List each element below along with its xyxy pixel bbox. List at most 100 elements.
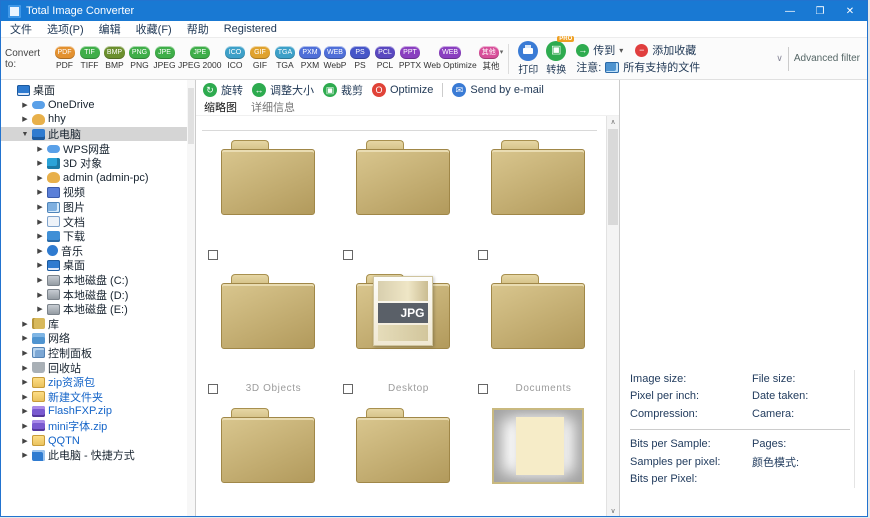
format-button[interactable]: GIFGIF <box>248 46 271 70</box>
tree-item[interactable]: ▼此电脑 <box>1 127 195 142</box>
tree-item[interactable]: ▶mini字体.zip <box>1 419 195 434</box>
tree-item[interactable]: ▶下载 <box>1 229 195 244</box>
menu-item[interactable]: 文件 <box>10 21 32 37</box>
format-button[interactable]: TIFTIFF <box>78 46 101 70</box>
tree-item[interactable]: ▶hhy <box>1 112 195 127</box>
tree-item[interactable]: ▶WPS网盘 <box>1 141 195 156</box>
chevron-down-icon[interactable]: ▾ <box>619 46 623 55</box>
expander-icon[interactable]: ▶ <box>35 261 45 269</box>
tree-item[interactable]: ▶此电脑 - 快捷方式 <box>1 448 195 463</box>
expander-icon[interactable]: ▶ <box>35 276 45 284</box>
expander-icon[interactable]: ▶ <box>20 437 30 445</box>
tree-item[interactable]: ▶admin (admin-pc) <box>1 171 195 186</box>
tree-item[interactable]: ▶3D 对象 <box>1 156 195 171</box>
tree-item[interactable]: ▶音乐 <box>1 244 195 259</box>
tree-item[interactable]: 桌面 <box>1 83 195 98</box>
expander-icon[interactable]: ▶ <box>35 159 45 167</box>
format-button[interactable]: PXMPXM <box>298 46 321 70</box>
action-button[interactable]: ↻旋转 <box>203 82 243 98</box>
grid-item[interactable]: Documents <box>470 265 605 399</box>
expander-icon[interactable]: ▶ <box>35 305 45 313</box>
expander-icon[interactable]: ▶ <box>35 232 45 240</box>
convert-button[interactable]: PRO 转换 <box>546 41 566 76</box>
expander-icon[interactable]: ▶ <box>20 334 30 342</box>
format-button[interactable]: WEBWebP <box>323 46 346 70</box>
action-button[interactable]: OOptimize <box>372 83 433 97</box>
format-button[interactable]: ICOICO <box>223 46 246 70</box>
format-button[interactable]: PPTPPTX <box>398 46 421 70</box>
format-button[interactable]: 其他▾其他 <box>479 46 504 72</box>
print-button[interactable]: 打印 <box>518 41 538 76</box>
grid-item[interactable] <box>335 131 470 265</box>
advanced-filter-toggle[interactable]: ∨ Advanced filter <box>776 47 863 71</box>
tree-item[interactable]: ▶OneDrive <box>1 98 195 113</box>
format-button[interactable]: PNGPNG <box>128 46 151 70</box>
item-checkbox[interactable] <box>478 384 488 394</box>
scrollbar-thumb[interactable] <box>608 129 618 225</box>
tree-item[interactable]: ▶库 <box>1 317 195 332</box>
expander-icon[interactable]: ▶ <box>20 422 30 430</box>
format-button[interactable]: BMPBMP <box>103 46 126 70</box>
tree-item[interactable]: ▶QQTN <box>1 433 195 448</box>
expander-icon[interactable]: ▼ <box>20 131 30 138</box>
expander-icon[interactable]: ▶ <box>20 407 30 415</box>
expander-icon[interactable]: ▶ <box>35 174 45 182</box>
grid-item[interactable]: Downloads <box>200 399 335 517</box>
expander-icon[interactable]: ▶ <box>35 247 45 255</box>
item-checkbox[interactable] <box>478 250 488 260</box>
tree-item[interactable]: ▶本地磁盘 (E:) <box>1 302 195 317</box>
grid-item[interactable] <box>470 131 605 265</box>
tree-item[interactable]: ▶视频 <box>1 185 195 200</box>
grid-item[interactable]: JPGDesktop <box>335 265 470 399</box>
expander-icon[interactable]: ▶ <box>20 393 30 401</box>
expander-icon[interactable]: ▶ <box>35 203 45 211</box>
tab-thumbnails[interactable]: 缩略图 <box>204 99 237 115</box>
grid-item[interactable]: Pictures <box>470 399 605 517</box>
expander-icon[interactable]: ▶ <box>35 218 45 226</box>
expander-icon[interactable]: ▶ <box>20 349 30 357</box>
tree-item[interactable]: ▶回收站 <box>1 360 195 375</box>
expander-icon[interactable]: ▶ <box>20 101 30 109</box>
expander-icon[interactable]: ▶ <box>35 188 45 196</box>
tree-item[interactable]: ▶网络 <box>1 331 195 346</box>
tree-item[interactable]: ▶新建文件夹 <box>1 389 195 404</box>
expander-icon[interactable]: ▶ <box>20 451 30 459</box>
scrollbar[interactable]: ∧ ∨ <box>606 116 619 517</box>
scroll-up-icon[interactable]: ∧ <box>607 118 619 126</box>
action-button[interactable]: ↔调整大小 <box>252 82 314 98</box>
tree-scrollbar-thumb[interactable] <box>188 88 194 144</box>
grid-item[interactable] <box>200 131 335 265</box>
menu-item[interactable]: 选项(P) <box>47 21 84 37</box>
format-button[interactable]: JPEJPEG <box>153 46 176 70</box>
tree-item[interactable]: ▶本地磁盘 (D:) <box>1 287 195 302</box>
tree-item[interactable]: ▶文档 <box>1 214 195 229</box>
action-button[interactable]: ▣裁剪 <box>323 82 363 98</box>
tree-scrollbar[interactable] <box>187 80 195 517</box>
expander-icon[interactable]: ▶ <box>20 378 30 386</box>
maximize-button[interactable]: ❐ <box>805 6 835 17</box>
tab-details[interactable]: 详细信息 <box>251 99 295 115</box>
format-button[interactable]: TGATGA <box>273 46 296 70</box>
menu-item[interactable]: Registered <box>224 23 277 35</box>
item-checkbox[interactable] <box>343 384 353 394</box>
expander-icon[interactable]: ▶ <box>35 145 45 153</box>
add-favorite-button[interactable]: 添加收藏 <box>652 42 696 58</box>
grid-item[interactable]: Music <box>335 399 470 517</box>
tree-item[interactable]: ▶图片 <box>1 200 195 215</box>
format-button[interactable]: WEBWeb Optimize <box>423 46 476 70</box>
format-button[interactable]: PCLPCL <box>373 46 396 70</box>
format-button[interactable]: PSPS <box>348 46 371 70</box>
grid-item[interactable]: 3D Objects <box>200 265 335 399</box>
expander-icon[interactable]: ▶ <box>20 115 30 123</box>
expander-icon[interactable]: ▶ <box>20 364 30 372</box>
item-checkbox[interactable] <box>343 250 353 260</box>
upload-button[interactable]: 传到 <box>593 42 615 58</box>
menu-item[interactable]: 帮助 <box>187 21 209 37</box>
tree-item[interactable]: ▶本地磁盘 (C:) <box>1 273 195 288</box>
close-button[interactable]: ✕ <box>835 6 865 17</box>
scroll-down-icon[interactable]: ∨ <box>607 507 619 515</box>
format-button[interactable]: JPEJPEG 2000 <box>178 46 221 70</box>
tree-item[interactable]: ▶zip资源包 <box>1 375 195 390</box>
item-checkbox[interactable] <box>208 250 218 260</box>
tree-item[interactable]: ▶FlashFXP.zip <box>1 404 195 419</box>
